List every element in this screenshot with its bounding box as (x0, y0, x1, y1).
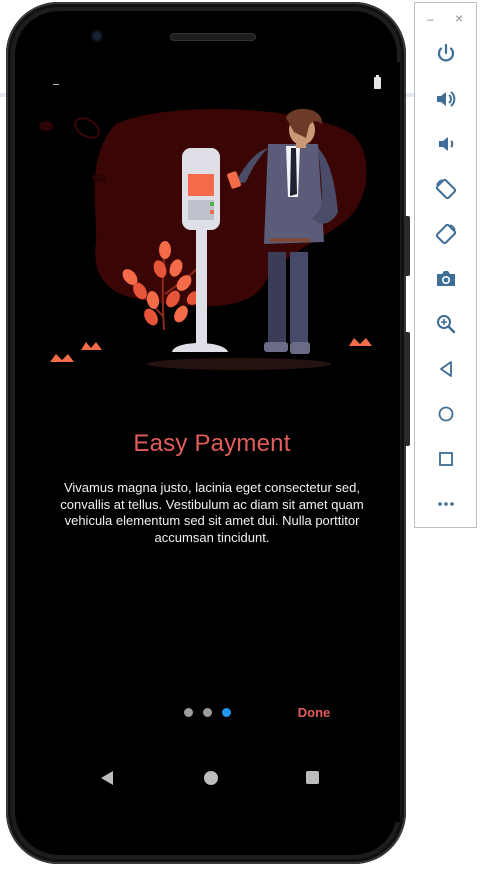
recents-icon[interactable] (306, 771, 319, 784)
earpiece-speaker (170, 33, 256, 41)
back-icon[interactable] (434, 357, 458, 381)
emulator-toolbar: – × (414, 2, 477, 528)
power-side-button (404, 216, 410, 276)
volume-down-icon[interactable] (434, 132, 458, 156)
volume-up-icon[interactable] (434, 87, 458, 111)
page-dot-2[interactable] (203, 708, 212, 717)
front-camera (91, 30, 103, 42)
more-icon[interactable] (434, 492, 458, 516)
battery-icon (374, 75, 381, 89)
status-bar-indicator (53, 84, 59, 85)
page-description: Vivamus magna justo, lacinia eget consec… (60, 480, 364, 545)
app-screen: Easy Payment Vivamus magna justo, lacini… (24, 62, 400, 822)
back-icon[interactable] (101, 771, 113, 785)
page-dot-1[interactable] (184, 708, 193, 717)
minimize-button[interactable]: – (427, 12, 434, 26)
rotate-right-icon[interactable] (434, 222, 458, 246)
power-icon[interactable] (434, 42, 458, 66)
device-frame: Easy Payment Vivamus magna justo, lacini… (6, 2, 410, 864)
payment-illustration (39, 108, 372, 370)
rotate-left-icon[interactable] (434, 177, 458, 201)
page-dot-3[interactable] (222, 708, 231, 717)
home-icon[interactable] (204, 771, 218, 785)
close-button[interactable]: × (455, 10, 463, 26)
home-icon[interactable] (434, 402, 458, 426)
overview-icon[interactable] (434, 447, 458, 471)
done-button[interactable]: Done (290, 703, 338, 723)
camera-icon[interactable] (434, 267, 458, 291)
page-title: Easy Payment (133, 430, 291, 457)
zoom-icon[interactable] (434, 312, 458, 336)
volume-side-button (404, 332, 410, 446)
